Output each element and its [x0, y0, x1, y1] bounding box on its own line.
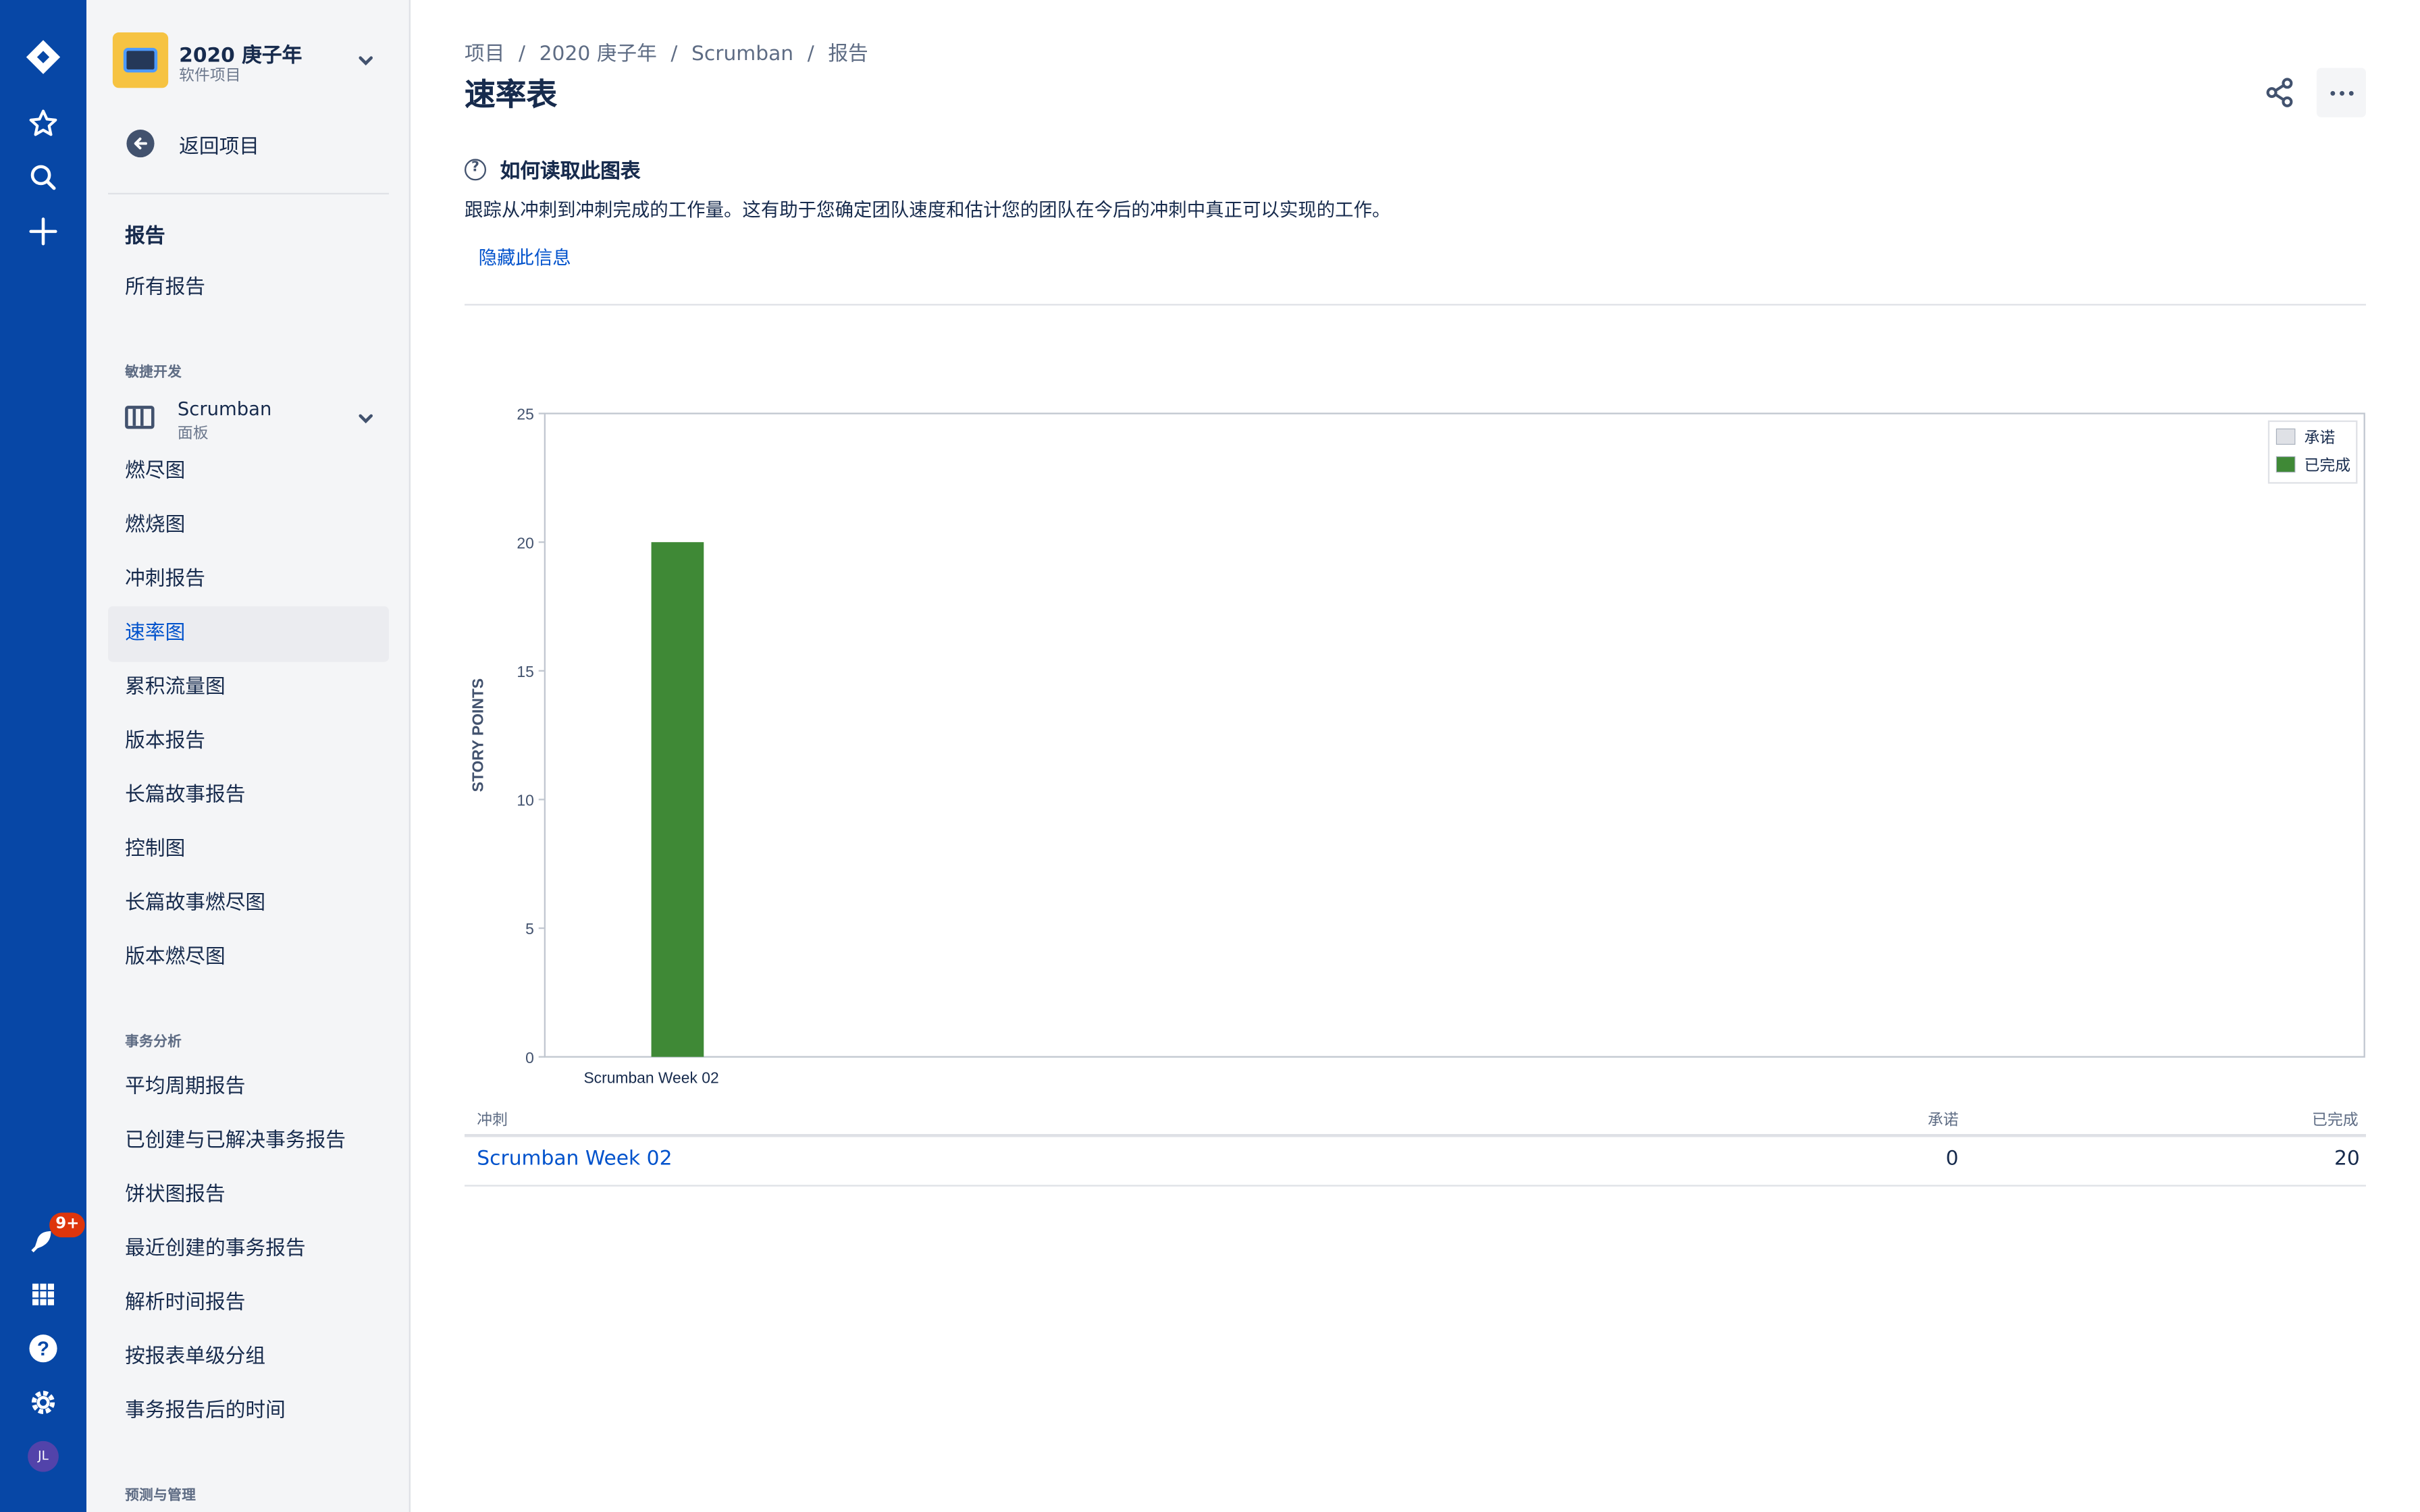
arrow-left-icon — [126, 129, 155, 158]
table-header-divider — [464, 1133, 2366, 1137]
help-heading-row: ? 如何读取此图表 — [464, 155, 641, 184]
sidebar-item-pie-chart[interactable]: 饼状图报告 — [108, 1168, 389, 1223]
sidebar-item-time-since[interactable]: 事务报告后的时间 — [108, 1384, 389, 1439]
breadcrumb-projects[interactable]: 项目 — [465, 43, 504, 66]
global-nav: 9+ ? JL — [0, 0, 86, 1512]
table-row-completed: 20 — [2334, 1148, 2360, 1171]
sidebar-item-recently-created[interactable]: 最近创建的事务报告 — [108, 1222, 389, 1277]
table-row-divider — [464, 1185, 2366, 1187]
y-tick-label: 5 — [525, 920, 534, 938]
main-content: 项目 / 2020 庚子年 / Scrumban / 报告 速率表 ? 如何读取此图表 跟踪… — [464, 0, 2366, 1512]
legend-label-commitment: 承诺 — [2305, 429, 2336, 446]
table-header-sprint: 冲刺 — [477, 1112, 508, 1130]
star-icon[interactable] — [18, 99, 68, 148]
issue-analysis-group-label: 事务分析 — [125, 1035, 182, 1051]
sidebar-item-burnup[interactable]: 燃烧图 — [108, 498, 389, 554]
board-switcher[interactable]: Scrumban 面板 — [125, 398, 388, 443]
sidebar-item-epic-burndown[interactable]: 长篇故事燃尽图 — [108, 876, 389, 932]
sidebar-item-epic-report[interactable]: 长篇故事报告 — [108, 768, 389, 824]
x-tick-label: Scrumban Week 02 — [583, 1069, 718, 1087]
search-icon[interactable] — [18, 153, 68, 202]
sidebar-item-cumulative-flow[interactable]: 累积流量图 — [108, 660, 389, 716]
back-to-project-button[interactable]: 返回项目 — [126, 126, 389, 160]
jira-logo-icon[interactable] — [18, 32, 68, 82]
forecast-group-label: 预测与管理 — [125, 1488, 196, 1505]
create-plus-icon[interactable] — [18, 207, 68, 256]
section-divider — [464, 304, 2366, 306]
notification-badge: 9+ — [49, 1212, 86, 1238]
breadcrumb-reports[interactable]: 报告 — [828, 43, 868, 66]
sidebar-divider — [107, 192, 389, 194]
project-switcher[interactable]: 2020 庚子年 软件项目 — [112, 32, 390, 88]
sidebar-item-release-burndown[interactable]: 版本燃尽图 — [108, 930, 389, 986]
help-description: 跟踪从冲刺到冲刺完成的工作量。这有助于您确定团队速度和估计您的团队在今后的冲刺中… — [464, 198, 1391, 221]
sidebar-item-single-level-group[interactable]: 按报表单级分组 — [108, 1330, 389, 1385]
hide-info-link[interactable]: 隐藏此信息 — [479, 244, 571, 270]
board-icon — [125, 406, 155, 429]
more-actions-button[interactable] — [2316, 68, 2366, 117]
y-tick-label: 10 — [517, 792, 533, 809]
question-circle-icon: ? — [464, 158, 486, 180]
project-avatar — [112, 32, 169, 88]
chevron-down-icon — [359, 56, 373, 65]
breadcrumb-separator: / — [519, 43, 526, 67]
board-type: 面板 — [177, 425, 209, 443]
board-name: Scrumban — [177, 398, 272, 420]
settings-gear-icon[interactable] — [18, 1378, 68, 1427]
table-row-commitment: 0 — [1945, 1148, 1959, 1171]
legend-swatch-commitment — [2276, 428, 2296, 445]
table-row-sprint-link[interactable]: Scrumban Week 02 — [477, 1148, 672, 1171]
reports-heading: 报告 — [125, 225, 165, 248]
y-tick-label: 0 — [525, 1049, 534, 1066]
y-axis-label: STORY POINTS — [469, 678, 486, 792]
y-tick-label: 25 — [517, 406, 533, 423]
app-switcher-icon[interactable] — [18, 1270, 68, 1319]
share-icon[interactable] — [2261, 74, 2298, 111]
sidebar-item-average-age[interactable]: 平均周期报告 — [108, 1060, 389, 1115]
project-sidebar: 2020 庚子年 软件项目 返回项目 报告 所有报告 敏捷开发 Scrumban… — [86, 0, 411, 1512]
sidebar-item-control-chart[interactable]: 控制图 — [108, 822, 389, 878]
y-tick-label: 15 — [517, 663, 533, 680]
sidebar-item-resolution-time[interactable]: 解析时间报告 — [108, 1276, 389, 1331]
table-header-commitment: 承诺 — [1927, 1112, 1959, 1130]
bar-completed — [651, 542, 704, 1057]
legend-swatch-completed — [2276, 456, 2296, 473]
velocity-chart: 0 5 10 15 20 25 STORY POINTS Scrumban Week 02 承诺… — [469, 406, 2365, 1087]
chevron-down-icon — [359, 414, 373, 424]
sidebar-item-all-reports[interactable]: 所有报告 — [108, 261, 389, 316]
back-label: 返回项目 — [179, 134, 260, 159]
user-avatar[interactable]: JL — [28, 1440, 59, 1472]
sidebar-item-sprint-report[interactable]: 冲刺报告 — [108, 552, 389, 608]
svg-text:?: ? — [37, 1338, 49, 1360]
sidebar-item-burndown[interactable]: 燃尽图 — [108, 444, 389, 500]
chart-plot-area — [544, 412, 2365, 1058]
project-type: 软件项目 — [179, 68, 241, 85]
agile-group-label: 敏捷开发 — [125, 365, 182, 381]
help-icon[interactable]: ? — [18, 1324, 68, 1373]
breadcrumb-separator: / — [670, 43, 678, 67]
legend-label-completed: 已完成 — [2305, 456, 2351, 474]
sidebar-item-created-vs-resolved[interactable]: 已创建与已解决事务报告 — [108, 1114, 389, 1169]
sidebar-item-velocity[interactable]: 速率图 — [107, 606, 389, 662]
page-title: 速率表 — [464, 75, 558, 113]
breadcrumb-separator: / — [807, 43, 814, 67]
y-tick-label: 20 — [517, 534, 533, 551]
breadcrumb: 项目 / 2020 庚子年 / Scrumban / 报告 — [465, 37, 868, 66]
breadcrumb-project[interactable]: 2020 庚子年 — [540, 43, 657, 66]
sidebar-item-version-report[interactable]: 版本报告 — [108, 714, 389, 770]
help-heading: 如何读取此图表 — [500, 160, 641, 184]
table-header-completed: 已完成 — [2311, 1112, 2359, 1130]
breadcrumb-board[interactable]: Scrumban — [691, 43, 793, 66]
